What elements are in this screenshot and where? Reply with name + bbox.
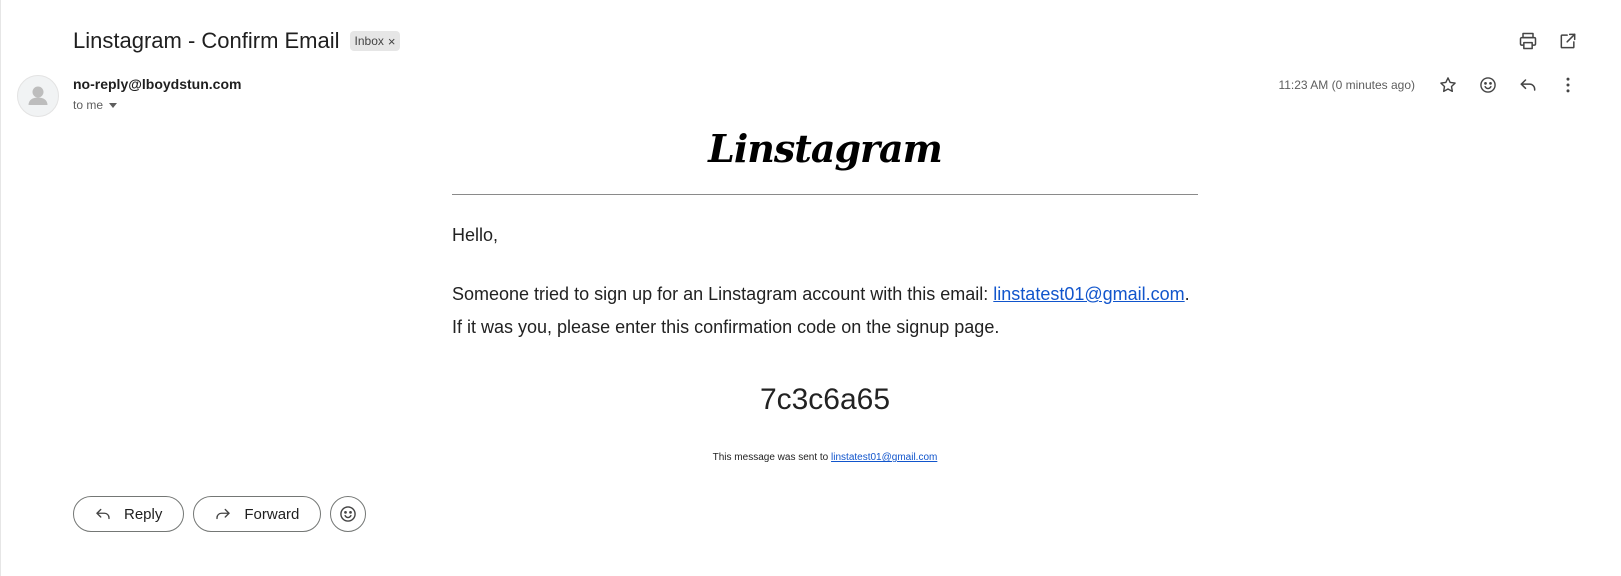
- forward-button[interactable]: Forward: [193, 496, 322, 532]
- inbox-label-text: Inbox: [354, 34, 384, 48]
- star-icon[interactable]: [1437, 74, 1459, 96]
- forward-label: Forward: [244, 505, 300, 523]
- more-vert-icon[interactable]: [1557, 74, 1579, 96]
- print-icon[interactable]: [1517, 30, 1539, 52]
- line1-suffix: .: [1184, 284, 1190, 304]
- message-timestamp: 11:23 AM (0 minutes ago): [1278, 78, 1415, 92]
- bottom-actions: Reply Forward: [73, 496, 367, 532]
- recipient-details-toggle[interactable]: to me: [73, 98, 118, 112]
- email-view: Linstagram - Confirm Email Inbox × no-re…: [0, 0, 1621, 576]
- body-divider: [452, 194, 1198, 195]
- brand-logo: Linstagram: [708, 126, 943, 171]
- left-divider: [0, 0, 1, 576]
- message-meta-actions: 11:23 AM (0 minutes ago): [1278, 74, 1579, 96]
- reply-icon: [96, 508, 110, 520]
- reply-icon[interactable]: [1517, 74, 1539, 96]
- message-paragraph: Someone tried to sign up for an Linstagr…: [452, 278, 1198, 344]
- recipient-line: to me: [73, 98, 104, 112]
- line1-prefix: Someone tried to sign up for an Linstagr…: [452, 284, 994, 304]
- open-in-new-window-icon[interactable]: [1557, 30, 1579, 52]
- recipient-email-link[interactable]: linstatest01@gmail.com: [993, 284, 1184, 304]
- footer-prefix: This message was sent to: [712, 452, 832, 463]
- sender-address[interactable]: no-reply@lboydstun.com: [73, 76, 241, 92]
- email-body: Linstagram Hello, Someone tried to sign …: [452, 120, 1198, 463]
- default-avatar-icon: [28, 86, 48, 105]
- top-actions: [1517, 30, 1579, 52]
- line2-text: If it was you, please enter this confirm…: [452, 317, 1000, 337]
- inbox-label-chip[interactable]: Inbox ×: [349, 31, 401, 51]
- footer-email-link[interactable]: linstatest01@gmail.com: [831, 452, 937, 463]
- email-subject: Linstagram - Confirm Email: [73, 28, 340, 53]
- emoji-icon: [340, 506, 357, 522]
- reply-label: Reply: [124, 505, 163, 523]
- greeting-text: Hello,: [452, 225, 499, 245]
- emoji-icon[interactable]: [1477, 74, 1499, 96]
- emoji-reaction-button[interactable]: [330, 496, 367, 532]
- sender-avatar[interactable]: [17, 75, 59, 117]
- subject-row: Linstagram - Confirm Email Inbox ×: [73, 26, 401, 56]
- forward-icon: [216, 508, 231, 520]
- footer-note: This message was sent to linstatest01@gm…: [452, 452, 1198, 463]
- confirmation-code: 7c3c6a65: [759, 383, 891, 416]
- reply-button[interactable]: Reply: [73, 496, 185, 532]
- chevron-down-icon: [109, 103, 118, 108]
- remove-label-icon[interactable]: ×: [388, 34, 396, 49]
